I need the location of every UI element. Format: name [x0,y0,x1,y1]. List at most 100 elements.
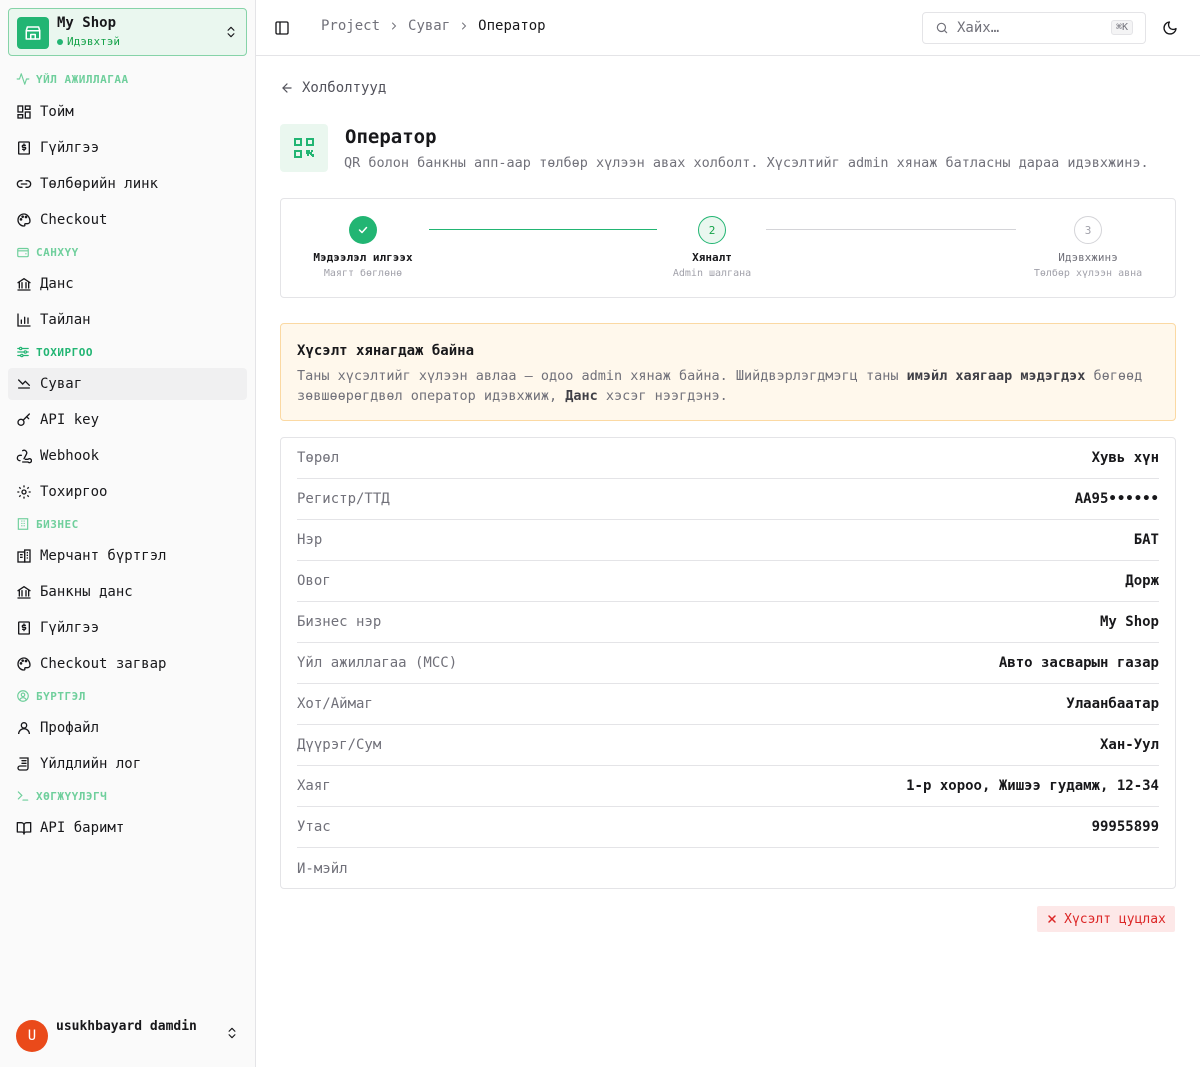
sidebar-item-merchant-registration[interactable]: Мерчант бүртгэл [8,540,247,572]
wallet-icon [17,247,29,258]
terminal-icon [17,791,29,801]
progress-stepper: 2 3 Мэдээлэл илгээх Маягт бөглөнө Хяналт… [280,198,1176,298]
route-icon [18,379,30,389]
detail-row-city: Хот/Аймаг Улаанбаатар [297,684,1159,725]
detail-row-district: Дүүрэг/Сум Хан-Уул [297,725,1159,766]
step-1-label: Мэдээлэл илгээх [313,251,413,264]
panel-left-icon [275,21,289,35]
sidebar-item-reports[interactable]: Тайлан [8,304,247,336]
sidebar-item-transactions[interactable]: Гүйлгээ [8,132,247,164]
sidebar-item-label: Гүйлгээ [40,620,100,636]
theme-toggle-button[interactable] [1158,16,1182,40]
detail-value: БАТ [1133,532,1159,548]
detail-row-phone: Утас 99955899 [297,807,1159,848]
top-header: Project Суваг Оператор ⌘K [256,0,1200,56]
sidebar-item-label: Тайлан [40,312,91,328]
detail-row-mcc: Үйл ажиллагаа (MCC) Авто засварын газар [297,643,1159,684]
close-icon [1048,915,1056,923]
sidebar-item-account[interactable]: Данс [8,268,247,300]
nav-section-business: БИЗНЕС [16,514,79,534]
shop-status-label: Идэвхтэй [67,35,120,48]
sidebar-item-overview[interactable]: Тойм [8,96,247,128]
webhook-icon [16,449,32,464]
back-link-label: Холболтууд [302,80,387,96]
sidebar-item-channel[interactable]: Суваг [8,368,247,400]
chevrons-up-down-icon [224,25,238,43]
sidebar-item-payment-link[interactable]: Төлбөрийн линк [8,168,247,200]
cancel-request-button[interactable]: Хүсэлт цуцлах [1037,906,1175,932]
breadcrumb-current: Оператор [478,18,546,34]
nav-section-label: ҮЙЛ АЖИЛЛАГАА [36,72,129,86]
building-icon [17,518,29,530]
chevrons-up-down-icon [225,1026,239,1044]
qr-code-icon [280,124,328,172]
sidebar-item-label: Webhook [40,448,100,464]
sidebar-item-api-key[interactable]: API key [8,404,247,436]
avatar: U [16,1020,48,1052]
gear-icon [17,485,31,499]
detail-value: Улаанбаатар [1066,696,1159,712]
sidebar-item-label: Банкны данс [40,584,133,600]
detail-value: АА95•••••• [1074,491,1159,507]
sidebar-item-label: Төлбөрийн линк [40,176,159,192]
search-icon [936,22,948,34]
breadcrumb: Project Суваг Оператор [321,18,546,34]
sidebar-item-label: Checkout [40,212,108,228]
detail-row-business-name: Бизнес нэр My Shop [297,602,1159,643]
detail-value: Хан-Уул [1099,737,1159,753]
submission-details: Төрөл Хувь хүн Регистр/ТТД АА95•••••• Нэ… [280,437,1176,889]
sidebar-item-label: Гүйлгээ [40,140,100,156]
key-icon [17,413,30,426]
detail-label: Хаяг [297,778,331,794]
sidebar: My Shop Идэвхтэй ҮЙЛ АЖИЛЛАГАА Тойм Гүйл… [0,0,256,1067]
nav-section-label: ХӨГЖҮҮЛЭГЧ [36,789,108,803]
sidebar-toggle-button[interactable] [270,16,294,40]
sidebar-item-label: API key [40,412,100,428]
detail-label: Үйл ажиллагаа (MCC) [297,655,458,671]
detail-row-last-name: Овог Дорж [297,561,1159,602]
nav-section-label: САНХҮҮ [36,245,79,259]
sidebar-item-profile[interactable]: Профайл [8,712,247,744]
bar-chart-icon [17,313,31,327]
sidebar-item-checkout-template[interactable]: Checkout загвар [8,648,247,680]
step-3-indicator: 3 [1074,216,1102,244]
shop-switcher[interactable]: My Shop Идэвхтэй [8,8,247,56]
user-menu[interactable]: U usukhbayard damdin [8,1012,247,1058]
nav-section-account: БҮРТГЭЛ [16,686,86,706]
sidebar-item-webhook[interactable]: Webhook [8,440,247,472]
breadcrumb-project[interactable]: Project [321,18,380,34]
buildings-icon [17,549,31,563]
search-box[interactable]: ⌘K [922,12,1146,44]
alert-text-1: Таны хүсэлтийг хүлээн авлаа — одоо admin… [297,368,907,384]
detail-label: И-мэйл [297,860,348,877]
activity-icon [16,73,30,85]
step-3-label: Идэвхжинэ [1058,251,1118,264]
nav-section-label: БҮРТГЭЛ [36,689,86,703]
sidebar-item-label: Мерчант бүртгэл [40,548,167,564]
detail-value: 1-р хороо, Жишээ гудамж, 12-34 [906,778,1159,794]
detail-label: Төрөл [297,450,340,466]
detail-value: My Shop [1099,614,1159,630]
search-input[interactable] [957,20,1097,36]
sidebar-item-checkout[interactable]: Checkout [8,204,247,236]
detail-label: Хот/Аймаг [297,696,373,712]
cancel-request-label: Хүсэлт цуцлах [1064,911,1166,927]
palette-icon [17,213,31,227]
sidebar-item-business-transactions[interactable]: Гүйлгээ [8,612,247,644]
sidebar-item-label: Профайл [40,720,100,736]
sidebar-item-settings[interactable]: Тохиргоо [8,476,247,508]
palette-icon [17,657,31,671]
sidebar-item-bank-account[interactable]: Банкны данс [8,576,247,608]
search-shortcut: ⌘K [1110,20,1133,35]
detail-value: 99955899 [1091,819,1159,835]
back-link[interactable]: Холболтууд [280,80,386,96]
step-2-indicator: 2 [698,216,726,244]
receipt-icon [18,141,30,155]
detail-row-address: Хаяг 1-р хороо, Жишээ гудамж, 12-34 [297,766,1159,807]
detail-label: Овог [297,573,331,589]
breadcrumb-channel[interactable]: Суваг [408,18,450,34]
step-1-check-icon [349,216,377,244]
detail-label: Нэр [297,532,323,548]
sidebar-item-activity-log[interactable]: Үйлдлийн лог [8,748,247,780]
sidebar-item-api-docs[interactable]: API баримт [8,812,247,844]
